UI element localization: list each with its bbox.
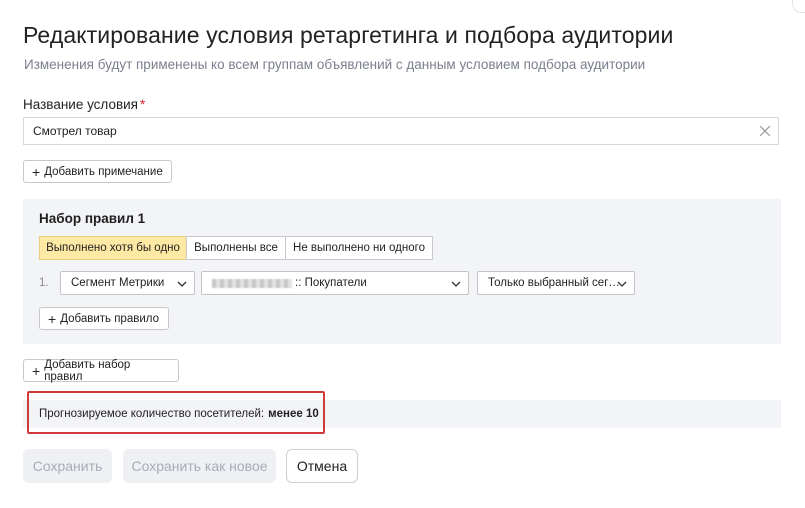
plus-icon: + (32, 362, 41, 379)
add-rule-button[interactable]: + Добавить правило (39, 307, 169, 330)
save-button[interactable]: Сохранить (23, 449, 112, 483)
rule-set-title: Набор правил 1 (39, 211, 146, 226)
rule-type-value: Сегмент Метрики (71, 277, 165, 289)
required-mark: * (140, 97, 146, 112)
condition-name-field (23, 117, 779, 145)
add-note-label: Добавить примечание (44, 165, 163, 178)
segment-value: :: Покупатели (295, 277, 367, 289)
save-as-new-button[interactable]: Сохранить как новое (123, 449, 276, 483)
plus-icon: + (32, 163, 41, 180)
condition-name-label: Название условия * (23, 97, 145, 112)
add-rule-label: Добавить правило (60, 312, 159, 325)
condition-name-label-text: Название условия (23, 97, 138, 112)
mode-none[interactable]: Не выполнено ни одного (285, 236, 433, 260)
cancel-button[interactable]: Отмена (286, 449, 358, 483)
segment-scope-value: Только выбранный сег… (488, 277, 620, 289)
window-corner (792, 0, 805, 13)
redacted-counter-name (212, 278, 292, 288)
mode-at-least-one[interactable]: Выполнено хотя бы одно (39, 236, 187, 260)
add-note-button[interactable]: + Добавить примечание (23, 160, 172, 183)
highlight-frame (27, 391, 325, 434)
add-rule-set-label: Добавить набор правил (44, 358, 131, 383)
mode-all[interactable]: Выполнены все (186, 236, 286, 260)
add-rule-set-button[interactable]: + Добавить набор правил (23, 358, 179, 383)
chevron-down-icon (451, 281, 461, 287)
chevron-down-icon (177, 281, 187, 287)
segment-select[interactable]: :: Покупатели (201, 271, 469, 295)
clear-icon[interactable] (758, 124, 772, 138)
chevron-down-icon (617, 281, 627, 287)
plus-icon: + (48, 310, 57, 327)
rule-number: 1. (39, 277, 49, 289)
rule-type-select[interactable]: Сегмент Метрики (60, 271, 195, 295)
dialog-title: Редактирование условия ретаргетинга и по… (23, 22, 674, 48)
dialog-subtitle: Изменения будут применены ко всем группа… (24, 57, 646, 72)
condition-name-input[interactable] (33, 118, 733, 144)
segment-scope-select[interactable]: Только выбранный сег… (477, 271, 635, 295)
